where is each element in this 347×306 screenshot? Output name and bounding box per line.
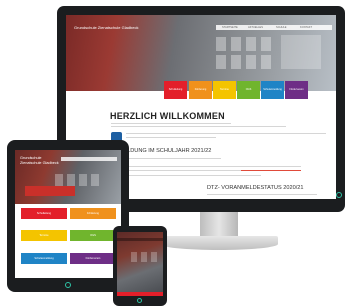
monitor-stand-base	[160, 236, 278, 250]
tablet-tile-ogs[interactable]: OGS	[70, 230, 116, 241]
tile-schulleitung[interactable]: Schulleitung	[164, 81, 187, 99]
tile-foerderverein[interactable]: Förderverein	[285, 81, 308, 99]
nav-item[interactable]: AKTUELLES	[248, 26, 263, 29]
inline-link[interactable]	[241, 170, 301, 171]
tablet-tile-foerderverein[interactable]: Förderverein	[70, 253, 116, 264]
text-line	[111, 123, 231, 124]
tile-foerderung[interactable]: Förderung	[189, 81, 212, 99]
tile-ogs[interactable]: OGS	[237, 81, 260, 99]
tablet-tile-termine[interactable]: Termine	[21, 230, 67, 241]
quick-link-tiles: Schulleitung Förderung Termine OGS Schul…	[164, 81, 310, 99]
welcome-heading: HERZLICH WILLKOMMEN	[110, 111, 225, 121]
phone-header-bar[interactable]	[117, 238, 163, 241]
text-line	[111, 166, 301, 167]
nav-item[interactable]: KONTAKT	[300, 26, 312, 29]
phone-hero-image	[117, 232, 163, 292]
text-line	[111, 175, 261, 176]
tablet-navigation[interactable]	[61, 157, 117, 161]
tablet-site-title: Grundschule Zienatschule Gladbeck	[20, 156, 59, 165]
tile-schulanmeldung[interactable]: Schulanmeldung	[261, 81, 284, 99]
tile-termine[interactable]: Termine	[213, 81, 236, 99]
text-line	[126, 137, 216, 138]
tablet-device: Grundschule Zienatschule Gladbeck Schull…	[7, 140, 129, 292]
power-led-icon	[336, 192, 342, 198]
text-line	[207, 194, 317, 195]
tablet-tile-schulleitung[interactable]: Schulleitung	[21, 208, 67, 219]
tablet-tile-foerderung[interactable]: Förderung	[70, 208, 116, 219]
text-line	[126, 133, 326, 134]
tablet-home-button-icon[interactable]	[65, 282, 71, 288]
phone-red-tile[interactable]	[117, 292, 163, 296]
nav-item[interactable]: STARTSEITE	[222, 26, 238, 29]
text-line	[111, 170, 241, 171]
tablet-screen: Grundschule Zienatschule Gladbeck Schull…	[15, 150, 121, 278]
phone-home-button-icon[interactable]	[137, 298, 142, 303]
text-line	[111, 126, 286, 127]
phone-device	[113, 226, 167, 306]
top-navigation: STARTSEITE AKTUELLES SCHULE KONTAKT	[216, 25, 332, 30]
nav-item[interactable]: SCHULE	[276, 26, 287, 29]
site-title: Grundschule Zienatschule Gladbeck	[74, 25, 139, 30]
phone-screen	[117, 232, 163, 296]
section-heading-voranmeldestatus: DTZ- VORANMELDESTATUS 2020/21	[207, 185, 304, 191]
tablet-tile-schulanmeldung[interactable]: Schulanmeldung	[21, 253, 67, 264]
